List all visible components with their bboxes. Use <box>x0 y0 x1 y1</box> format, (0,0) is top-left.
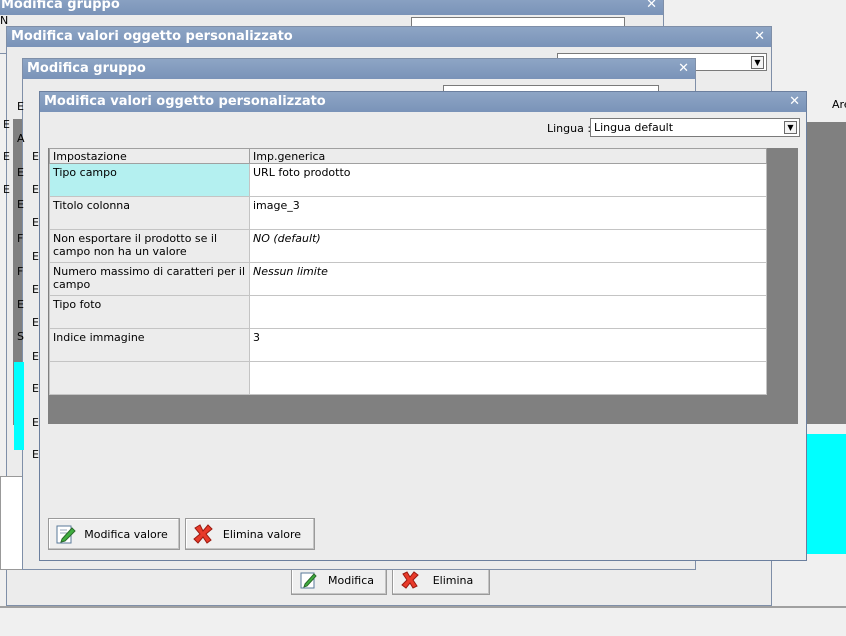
table-row[interactable] <box>49 361 767 395</box>
table-row[interactable]: Indice immagine 3 <box>49 328 767 362</box>
chevron-down-icon[interactable]: ▼ <box>784 121 797 134</box>
fragment-text: E <box>32 416 39 429</box>
fragment-text: E <box>3 150 10 163</box>
close-icon[interactable]: ✕ <box>789 92 800 112</box>
fragment-text: E <box>32 283 39 296</box>
close-icon[interactable]: ✕ <box>678 59 689 79</box>
fragment-text: A <box>17 132 25 145</box>
table-header-impostazione[interactable]: Impostazione <box>49 148 250 164</box>
close-icon[interactable]: ✕ <box>646 0 657 15</box>
bg-right-gray-panel <box>806 122 846 424</box>
dialog-title: Modifica valori oggetto personalizzato <box>40 92 806 112</box>
fragment-text: E <box>17 198 24 211</box>
setting-value-cell[interactable] <box>249 295 767 329</box>
fragment-text: S <box>17 330 24 343</box>
bg-left-box <box>0 476 24 570</box>
setting-name-cell[interactable]: Titolo colonna <box>49 196 250 230</box>
fragment-text: E <box>17 298 24 311</box>
setting-name-cell[interactable]: Indice immagine <box>49 328 250 362</box>
setting-value-cell[interactable] <box>249 361 767 395</box>
red-x-icon <box>190 521 216 547</box>
setting-name-cell[interactable]: Non esportare il prodotto se il campo no… <box>49 229 250 263</box>
fragment-text: E <box>32 350 39 363</box>
fragment-text: E <box>17 100 24 113</box>
setting-value-cell[interactable]: URL foto prodotto <box>249 163 767 197</box>
setting-value-cell[interactable]: image_3 <box>249 196 767 230</box>
lingua-label: Lingua : <box>547 122 592 135</box>
table-row[interactable]: Tipo campo URL foto prodotto <box>49 163 767 197</box>
setting-name-cell[interactable]: Tipo foto <box>49 295 250 329</box>
fragment-text: E <box>17 166 24 179</box>
setting-name-cell[interactable] <box>49 361 250 395</box>
lingua-select[interactable]: Lingua default ▼ <box>590 118 800 137</box>
fragment-text: E <box>32 183 39 196</box>
table-header-imp-generica[interactable]: Imp.generica <box>249 148 767 164</box>
setting-value-cell[interactable]: Nessun limite <box>249 262 767 296</box>
fragment-text: E <box>32 448 39 461</box>
bg-window-title: Modifica gruppo <box>23 59 695 79</box>
table-row[interactable]: Non esportare il prodotto se il campo no… <box>49 229 767 263</box>
bg-bottom-divider <box>0 606 846 608</box>
edit-pencil-icon <box>296 567 322 593</box>
table-row[interactable]: Numero massimo di caratteri per il campo… <box>49 262 767 296</box>
settings-table: Impostazione Imp.generica Tipo campo URL … <box>49 148 767 395</box>
fragment-text: E <box>3 118 10 131</box>
fragment-text: E <box>32 150 39 163</box>
setting-name-cell[interactable]: Numero massimo di caratteri per il campo <box>49 262 250 296</box>
fragment-text: F <box>17 265 24 278</box>
setting-name-cell[interactable]: Tipo campo <box>49 163 250 197</box>
lingua-select-value: Lingua default <box>594 121 674 134</box>
elimina-valore-button[interactable]: Elimina valore <box>185 518 315 550</box>
fragment-text: E <box>32 316 39 329</box>
setting-value-cell[interactable]: NO (default) <box>249 229 767 263</box>
bg-window-title: Modifica valori oggetto personalizzato <box>7 27 771 47</box>
bg-window-title: Modifica gruppo <box>0 0 663 15</box>
fragment-text: E <box>32 382 39 395</box>
red-x-icon <box>397 567 423 593</box>
fragment-text: E <box>3 183 10 196</box>
table-header-row: Impostazione Imp.generica <box>49 148 767 164</box>
table-row[interactable]: Titolo colonna image_3 <box>49 196 767 230</box>
chevron-down-icon[interactable]: ▼ <box>751 56 764 69</box>
bg-right-cyan-panel <box>806 434 846 554</box>
close-icon[interactable]: ✕ <box>754 27 765 47</box>
bg-left-cyan-panel <box>14 362 24 450</box>
fragment-text: E <box>32 250 39 263</box>
fragment-text: E <box>32 216 39 229</box>
table-row[interactable]: Tipo foto <box>49 295 767 329</box>
modifica-valore-button[interactable]: Modifica valore <box>48 518 180 550</box>
dialog-modifica-valori: Modifica valori oggetto personalizzato ✕… <box>39 91 807 561</box>
bg-right-label: Are <box>832 98 846 111</box>
edit-pencil-icon <box>53 521 79 547</box>
fragment-text: F <box>17 232 24 245</box>
setting-value-cell[interactable]: 3 <box>249 328 767 362</box>
